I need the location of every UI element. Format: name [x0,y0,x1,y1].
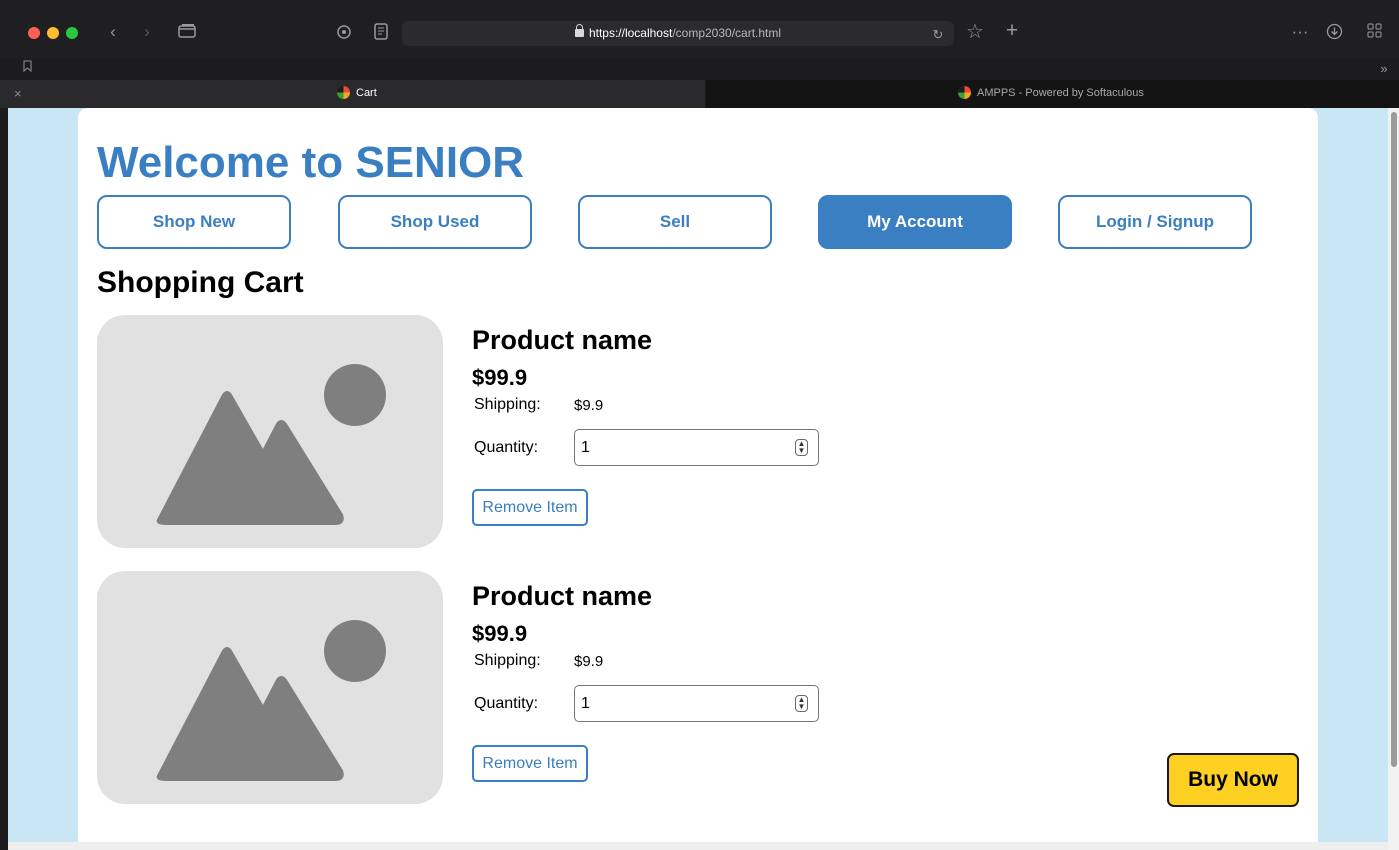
bookmark-icon[interactable] [21,58,33,78]
forward-icon[interactable]: › [139,22,155,42]
quantity-stepper[interactable] [574,685,819,722]
cart-heading: Shopping Cart [97,266,304,299]
grid-icon[interactable] [1365,23,1383,43]
cart-item: Product name $99.9 Shipping: $9.9 Quanti… [97,571,1197,806]
back-icon[interactable]: ‹ [105,22,121,42]
page-card: Welcome to SENIOR Shop New Shop Used Sel… [78,108,1318,850]
shipping-label: Shipping: [474,652,541,669]
reader-icon[interactable] [372,23,390,45]
chevron-right-icon[interactable]: » [1377,59,1391,79]
quantity-label: Quantity: [474,695,539,712]
site-title: Welcome to SENIOR [97,138,525,187]
product-image-placeholder [97,571,443,804]
tab-label: AMPPS - Powered by Softaculous [977,87,1144,99]
tab-bar: Cart AMPPS - Powered by Softaculous [0,80,1399,108]
url-host: https://localhost [588,26,673,40]
image-placeholder-icon [156,620,386,781]
quantity-stepper[interactable] [574,429,819,466]
buy-now-button[interactable]: Buy Now [1167,753,1299,807]
tab-overview-icon[interactable] [176,23,198,44]
nav-my-account-button[interactable]: My Account [818,195,1012,249]
product-name: Product name [472,581,653,611]
tab-label: Cart [356,87,377,99]
tab-ampps[interactable]: AMPPS - Powered by Softaculous [706,80,1399,108]
stepper-arrows-icon[interactable]: ▲ ▼ [795,439,808,456]
download-icon[interactable] [1324,23,1344,45]
tab-cart[interactable]: Cart [0,80,705,108]
url-path: /comp2030/cart.html [672,26,782,40]
scrollbar-thumb[interactable] [1391,112,1397,767]
nav-shop-new-button[interactable]: Shop New [97,195,291,249]
close-window-button[interactable] [28,27,40,39]
shipping-value: $9.9 [574,397,604,414]
nav-shop-used-button[interactable]: Shop Used [338,195,532,249]
ampps-favicon-icon [337,86,350,99]
image-placeholder-icon [156,364,386,525]
address-bar[interactable]: https://localhost/comp2030/cart.html [402,21,954,46]
cart-item: Product name $99.9 Shipping: $9.9 Quanti… [97,315,1197,550]
lock-icon [574,24,584,37]
nav-sell-button[interactable]: Sell [578,195,772,249]
nav-login-signup-button[interactable]: Login / Signup [1058,195,1252,249]
close-icon[interactable]: × [14,86,22,101]
stepper-arrows-icon[interactable]: ▲ ▼ [795,695,808,712]
ampps-favicon-icon [958,86,971,99]
reload-icon[interactable]: ↻ [931,25,945,45]
more-icon[interactable]: ··· [1290,22,1310,42]
extensions-icon[interactable] [334,23,354,46]
page-viewport: Welcome to SENIOR Shop New Shop Used Sel… [8,108,1388,850]
shipping-value: $9.9 [574,653,604,670]
star-icon[interactable]: ☆ [964,22,986,42]
shipping-label: Shipping: [474,396,541,413]
remove-item-button[interactable]: Remove Item [472,745,588,782]
remove-item-button[interactable]: Remove Item [472,489,588,526]
browser-toolbar: ‹ › https://localhost/comp2030/cart.html… [0,0,1399,58]
minimize-window-button[interactable] [47,27,59,39]
product-name: Product name [472,325,653,355]
product-price: $99.9 [472,621,528,646]
quantity-label: Quantity: [474,439,539,456]
page-bottom-edge [8,842,1388,850]
zoom-window-button[interactable] [66,27,78,39]
new-tab-icon[interactable]: + [1002,20,1022,41]
product-image-placeholder [97,315,443,548]
product-price: $99.9 [472,365,528,390]
